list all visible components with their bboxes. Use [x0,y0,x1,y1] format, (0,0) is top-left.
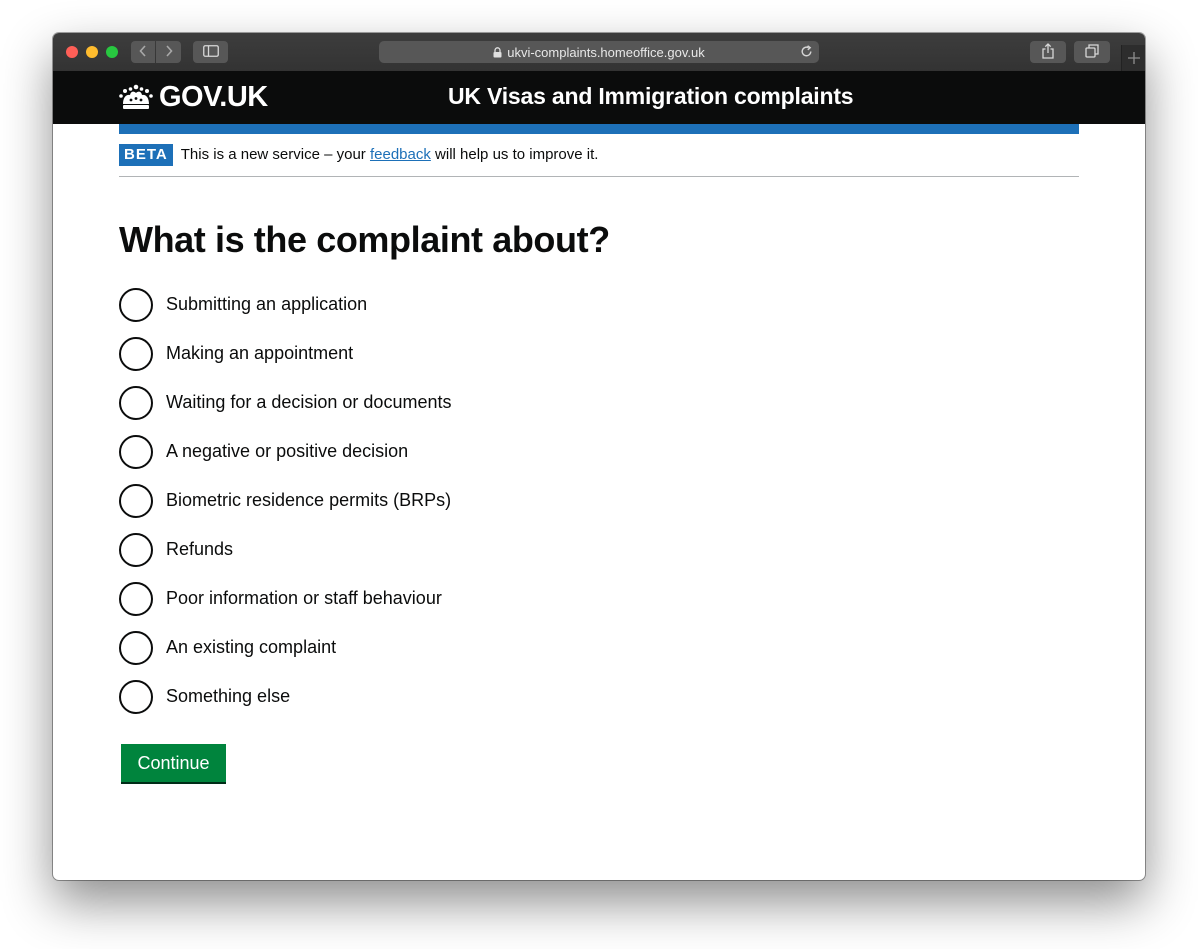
radio-button[interactable] [119,434,153,469]
share-button[interactable] [1030,41,1066,63]
new-tab-button[interactable] [1121,45,1145,71]
radio-label[interactable]: Something else [166,686,290,707]
chevron-right-icon [165,44,173,60]
continue-button[interactable]: Continue [121,744,226,782]
tabs-overview-icon [1085,43,1099,61]
radio-label[interactable]: An existing complaint [166,637,336,658]
radio-label[interactable]: Waiting for a decision or documents [166,392,451,413]
browser-window: ukvi-complaints.homeoffice.gov.uk GOV.UK… [53,33,1145,880]
radio-option-brps[interactable]: Biometric residence permits (BRPs) [119,476,451,525]
phase-banner-text: This is a new service – your feedback wi… [181,144,599,166]
govuk-home-link[interactable]: GOV.UK [119,80,268,114]
tabs-overview-button[interactable] [1074,41,1110,63]
maximize-window-button[interactable] [106,46,118,58]
radio-button[interactable] [119,581,153,616]
radio-label[interactable]: Biometric residence permits (BRPs) [166,490,451,511]
radio-button[interactable] [119,630,153,665]
plus-icon [1128,48,1140,69]
sidebar-toggle-button[interactable] [193,41,228,63]
radio-option-making-appointment[interactable]: Making an appointment [119,329,451,378]
feedback-link[interactable]: feedback [370,146,431,163]
back-button[interactable] [131,41,155,63]
page-title: What is the complaint about? [119,219,610,260]
govuk-logotype: GOV.UK [159,80,268,113]
crown-icon [119,84,153,110]
radio-option-decision[interactable]: A negative or positive decision [119,427,451,476]
radio-button[interactable] [119,483,153,518]
radio-label[interactable]: Making an appointment [166,343,353,364]
radio-label[interactable]: Refunds [166,539,233,560]
complaint-type-radios: Submitting an application Making an appo… [119,280,451,721]
radio-button[interactable] [119,385,153,420]
url-text: ukvi-complaints.homeoffice.gov.uk [507,44,705,60]
header-accent-bar [119,124,1079,134]
sidebar-icon [202,44,219,60]
radio-label[interactable]: Submitting an application [166,294,367,315]
lock-icon [493,46,502,58]
radio-option-poor-information[interactable]: Poor information or staff behaviour [119,574,451,623]
radio-button[interactable] [119,679,153,714]
reload-icon[interactable] [800,45,813,61]
radio-button[interactable] [119,336,153,371]
radio-option-submitting-application[interactable]: Submitting an application [119,280,451,329]
minimize-window-button[interactable] [86,46,98,58]
radio-option-refunds[interactable]: Refunds [119,525,451,574]
beta-tag: BETA [119,144,173,166]
radio-button[interactable] [119,287,153,322]
chevron-left-icon [139,44,147,60]
govuk-header: GOV.UK UK Visas and Immigration complain… [53,71,1145,124]
close-window-button[interactable] [66,46,78,58]
phase-text-after: will help us to improve it. [430,146,599,163]
address-bar[interactable]: ukvi-complaints.homeoffice.gov.uk [379,41,819,63]
forward-button[interactable] [156,41,181,63]
radio-option-waiting-for-decision[interactable]: Waiting for a decision or documents [119,378,451,427]
radio-option-something-else[interactable]: Something else [119,672,451,721]
service-name-link[interactable]: UK Visas and Immigration complaints [448,83,854,110]
phase-banner: BETA This is a new service – your feedba… [119,144,1079,177]
browser-toolbar: ukvi-complaints.homeoffice.gov.uk [53,33,1145,72]
share-icon [1041,42,1055,62]
radio-button[interactable] [119,532,153,567]
radio-option-existing-complaint[interactable]: An existing complaint [119,623,451,672]
radio-label[interactable]: Poor information or staff behaviour [166,588,442,609]
radio-label[interactable]: A negative or positive decision [166,441,408,462]
phase-text-before: This is a new service – your [180,146,370,163]
